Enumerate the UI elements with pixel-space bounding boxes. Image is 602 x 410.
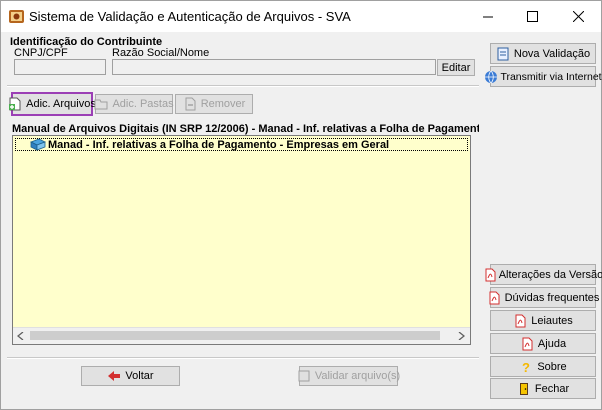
- close-icon: [572, 11, 584, 22]
- app-icon: [9, 10, 24, 23]
- transmit-label: Transmitir via Internet: [500, 70, 602, 83]
- help-label: Ajuda: [537, 337, 567, 350]
- manual-header: Manual de Arquivos Digitais (IN SRP 12/2…: [12, 123, 479, 135]
- minimize-icon: [483, 16, 493, 17]
- faq-label: Dúvidas frequentes: [504, 291, 600, 304]
- cnpj-field[interactable]: [14, 59, 106, 75]
- transmit-button[interactable]: Transmitir via Internet: [485, 66, 602, 87]
- pdf-icon: [515, 314, 526, 327]
- remove-file-icon: [185, 97, 196, 111]
- network-icon: [485, 70, 498, 83]
- back-button[interactable]: Voltar: [81, 366, 180, 386]
- version-changes-button[interactable]: Alterações da Versão: [485, 264, 602, 285]
- validate-label: Validar arquivo(s): [314, 370, 401, 382]
- pdf-icon: [489, 291, 500, 304]
- add-file-icon: [9, 97, 21, 111]
- razao-social-label: Razão Social/Nome: [112, 47, 210, 59]
- horizontal-scrollbar[interactable]: [13, 327, 470, 344]
- svg-text:?: ?: [522, 360, 530, 374]
- close-button[interactable]: Fechar: [490, 378, 596, 399]
- help-button[interactable]: Ajuda: [490, 333, 596, 354]
- arrow-left-icon: [108, 371, 121, 381]
- remove-button[interactable]: Remover: [175, 94, 253, 114]
- divider: [7, 85, 479, 87]
- new-validation-label: Nova Validação: [513, 47, 591, 60]
- scroll-left-icon[interactable]: [17, 332, 24, 340]
- add-folder-icon: [94, 99, 108, 110]
- edit-button-label: Editar: [441, 61, 471, 74]
- close-label: Fechar: [534, 382, 570, 395]
- validate-button[interactable]: Validar arquivo(s): [298, 366, 401, 386]
- layouts-button[interactable]: Leiautes: [490, 310, 596, 331]
- add-folders-button[interactable]: Adic. Pastas: [94, 94, 174, 114]
- window-title: Sistema de Validação e Autenticação de A…: [29, 9, 351, 24]
- faq-button[interactable]: Dúvidas frequentes: [489, 287, 599, 308]
- add-files-button[interactable]: Adic. Arquivos: [9, 92, 96, 116]
- tree-item-label: Manad - Inf. relativas a Folha de Pagame…: [48, 139, 390, 151]
- pdf-icon: [522, 337, 533, 350]
- validate-icon: [298, 370, 310, 382]
- cnpj-label: CNPJ/CPF: [14, 47, 68, 59]
- close-window-button[interactable]: [555, 1, 601, 32]
- about-button[interactable]: ? Sobre: [490, 356, 596, 377]
- scrollbar-thumb[interactable]: [30, 331, 440, 340]
- bottom-divider: [7, 357, 479, 359]
- maximize-button[interactable]: [509, 1, 555, 32]
- sva-window: Sistema de Validação e Autenticação de A…: [0, 0, 602, 410]
- book-icon: [30, 138, 46, 151]
- maximize-icon: [526, 11, 538, 22]
- question-icon: ?: [522, 360, 530, 374]
- title-bar: Sistema de Validação e Autenticação de A…: [1, 1, 601, 32]
- version-changes-label: Alterações da Versão: [498, 268, 602, 281]
- file-tree[interactable]: Manad - Inf. relativas a Folha de Pagame…: [12, 135, 471, 345]
- new-validation-icon: [497, 47, 509, 60]
- new-validation-button[interactable]: Nova Validação: [490, 43, 596, 64]
- exit-door-icon: [519, 382, 528, 395]
- scroll-right-icon[interactable]: [458, 332, 465, 340]
- minimize-button[interactable]: [465, 1, 511, 32]
- edit-button[interactable]: Editar: [437, 59, 475, 76]
- back-label: Voltar: [125, 370, 154, 382]
- remove-label: Remover: [200, 98, 246, 110]
- about-label: Sobre: [537, 360, 567, 373]
- add-folders-label: Adic. Pastas: [112, 98, 174, 110]
- tree-item[interactable]: Manad - Inf. relativas a Folha de Pagame…: [15, 138, 468, 151]
- pdf-icon: [485, 268, 496, 281]
- add-files-label: Adic. Arquivos: [26, 98, 96, 110]
- layouts-label: Leiautes: [531, 314, 573, 327]
- razao-social-field[interactable]: [112, 59, 436, 75]
